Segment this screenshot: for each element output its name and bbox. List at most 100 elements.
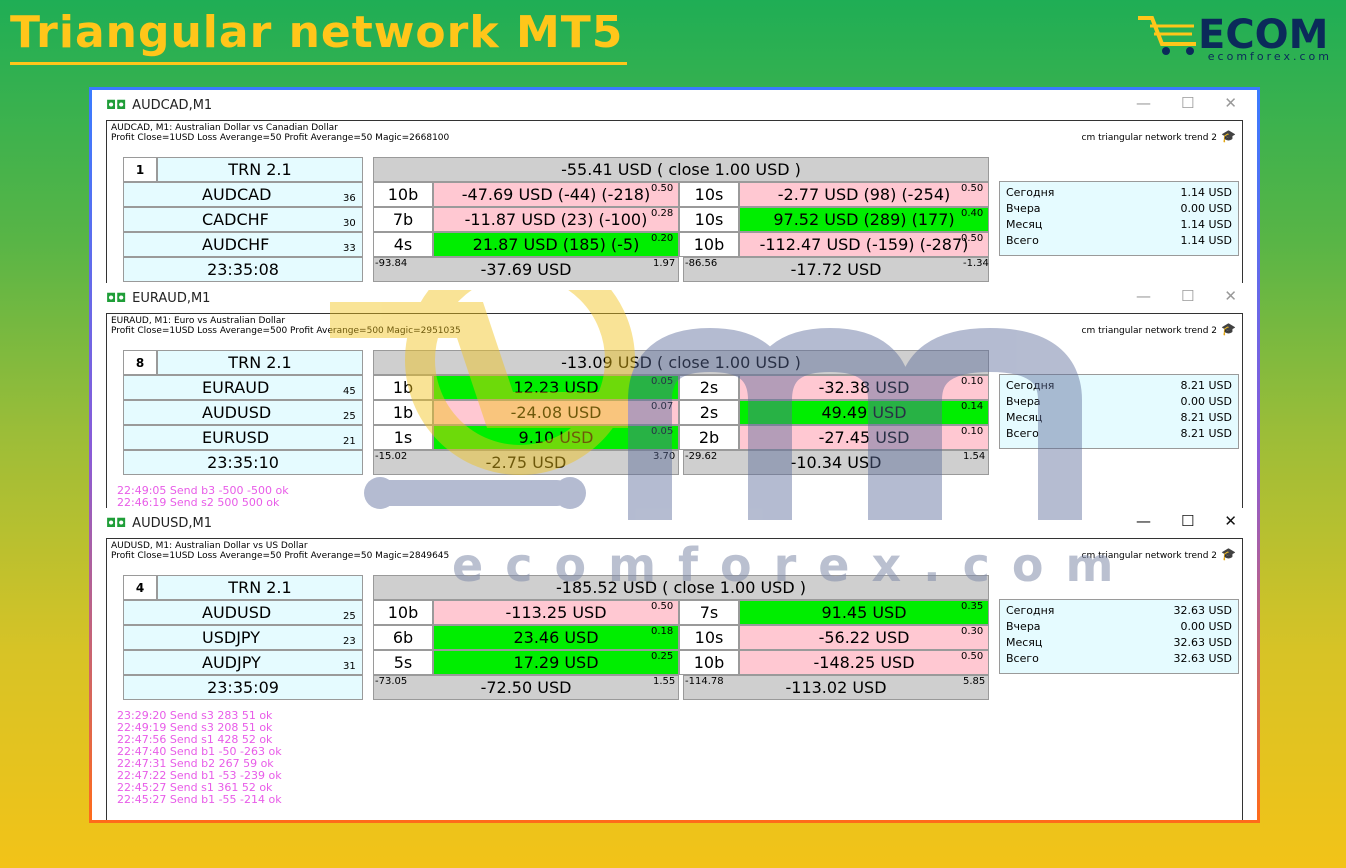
stats-value: 0.00 USD [1180,395,1233,408]
symbol-name: AUDCHF [202,235,270,254]
stats-label: Вчера [1006,620,1041,633]
right-total: -113.02 USD [683,675,989,700]
right-lot: 2s [679,400,739,425]
chart-icon: ◘◘ [106,516,127,530]
right-profit: 97.52 USD (289) (177) [739,207,989,232]
ea-parameters: Profit Close=1USD Loss Averange=50 Profi… [111,551,450,561]
ecom-logo: ECOM [1138,12,1329,58]
left-step: 0.05 [651,376,674,387]
left-profit: 23.46 USD [433,625,679,650]
minimize-icon[interactable]: — [1136,94,1151,112]
left-step: 0.07 [651,401,674,412]
close-icon[interactable]: ✕ [1224,512,1237,530]
right-total-max: -1.34 [963,258,989,269]
minimize-icon[interactable]: — [1136,512,1151,530]
window-title: EURAUD,M1 [132,290,211,306]
stats-label: Вчера [1006,395,1041,408]
stats-label: Всего [1006,652,1039,665]
graduation-cap-icon: 🎓 [1221,547,1236,561]
right-lot: 2s [679,375,739,400]
right-lot: 2b [679,425,739,450]
right-lot: 10b [679,650,739,675]
ea-parameters: Profit Close=1USD Loss Averange=500 Prof… [111,326,461,336]
left-profit: -47.69 USD (-44) (-218) [433,182,679,207]
left-profit: -24.08 USD [433,400,679,425]
server-time: 23:35:09 [123,675,363,700]
symbol-description: AUDUSD, M1: Australian Dollar vs US Doll… [111,541,308,551]
ea-name: cm triangular network trend 2 🎓 [1082,129,1236,143]
ea-name-label: cm triangular network trend 2 [1081,326,1218,336]
stats-label: Месяц [1006,411,1043,424]
ea-parameters: Profit Close=1USD Loss Averange=50 Profi… [111,133,450,143]
stats-row: Месяц 8.21 USD [1006,410,1232,426]
server-time: 23:35:10 [123,450,363,475]
right-step: 0.50 [961,183,984,194]
maximize-icon[interactable]: ☐ [1181,94,1194,112]
symbol-name: USDJPY [202,628,260,647]
close-icon[interactable]: ✕ [1224,94,1237,112]
graduation-cap-icon: 🎓 [1221,322,1236,336]
symbol-row: CADCHF [123,207,363,232]
chart-icon: ◘◘ [106,98,127,112]
symbol-name: EURUSD [202,428,270,447]
chart-info: AUDUSD, M1: Australian Dollar vs US Doll… [111,541,449,561]
symbol-spread: 30 [343,218,356,229]
window-titlebar[interactable]: ◘◘ EURAUD,M1 [92,283,1257,313]
stats-row: Сегодня 1.14 USD [1006,185,1232,201]
right-total-min: -29.62 [685,451,718,462]
right-step: 0.10 [961,426,984,437]
magic-index: 4 [123,575,157,600]
chart-area[interactable]: EURAUD, M1: Euro vs Australian Dollar Pro… [106,313,1243,508]
right-lot: 10s [679,182,739,207]
symbol-row: USDJPY [123,625,363,650]
right-profit: -2.77 USD (98) (-254) [739,182,989,207]
right-step: 0.14 [961,401,984,412]
stats-label: Всего [1006,427,1039,440]
ea-name: cm triangular network trend 2 🎓 [1082,322,1236,336]
mt5-window-0[interactable]: ◘◘ AUDCAD,M1 — ☐ ✕ AUDCAD, M1: Australian Dol… [92,90,1257,283]
left-lot: 4s [373,232,433,257]
left-step: 0.05 [651,426,674,437]
stats-value: 8.21 USD [1180,379,1233,392]
right-total-min: -86.56 [685,258,718,269]
total-header: -55.41 USD ( close 1.00 USD ) [373,157,989,182]
window-title: AUDCAD,M1 [132,97,213,113]
symbol-spread: 31 [343,661,356,672]
right-step: 0.35 [961,601,984,612]
right-total: -17.72 USD [683,257,989,282]
chart-icon: ◘◘ [106,291,127,305]
stats-row: Вчера 0.00 USD [1006,394,1232,410]
left-total-min: -73.05 [375,676,408,687]
stats-row: Вчера 0.00 USD [1006,201,1232,217]
symbol-row: AUDUSD [123,400,363,425]
window-titlebar[interactable]: ◘◘ AUDCAD,M1 [92,90,1257,120]
stats-value: 0.00 USD [1180,620,1233,633]
window-titlebar[interactable]: ◘◘ AUDUSD,M1 [92,508,1257,538]
magic-index: 1 [123,157,157,182]
symbol-description: EURAUD, M1: Euro vs Australian Dollar [111,316,286,326]
chart-info: EURAUD, M1: Euro vs Australian Dollar Pro… [111,316,461,336]
close-icon[interactable]: ✕ [1224,287,1237,305]
stats-label: Сегодня [1006,604,1055,617]
stats-value: 1.14 USD [1180,234,1233,247]
minimize-icon[interactable]: — [1136,287,1151,305]
trn-version: TRN 2.1 [157,157,363,182]
symbol-name: EURAUD [202,378,270,397]
symbol-description: AUDCAD, M1: Australian Dollar vs Canadia… [111,123,338,133]
right-step: 0.30 [961,626,984,637]
maximize-icon[interactable]: ☐ [1181,287,1194,305]
left-step: 0.50 [651,183,674,194]
right-total-max: 1.54 [963,451,986,462]
maximize-icon[interactable]: ☐ [1181,512,1194,530]
left-lot: 1b [373,375,433,400]
stats-value: 8.21 USD [1180,427,1233,440]
stats-panel: Сегодня 32.63 USD Вчера 0.00 USD Месяц 32.63 … [999,599,1239,674]
chart-area[interactable]: AUDCAD, M1: Australian Dollar vs Canadia… [106,120,1243,283]
stats-row: Сегодня 32.63 USD [1006,603,1232,619]
left-total-max: 3.70 [653,451,676,462]
left-total-max: 1.97 [653,258,676,269]
left-profit: -11.87 USD (23) (-100) [433,207,679,232]
right-lot: 10s [679,207,739,232]
mt5-window-1[interactable]: ◘◘ EURAUD,M1 — ☐ ✕ EURAUD, M1: Euro vs Austra… [92,283,1257,508]
server-time: 23:35:08 [123,257,363,282]
